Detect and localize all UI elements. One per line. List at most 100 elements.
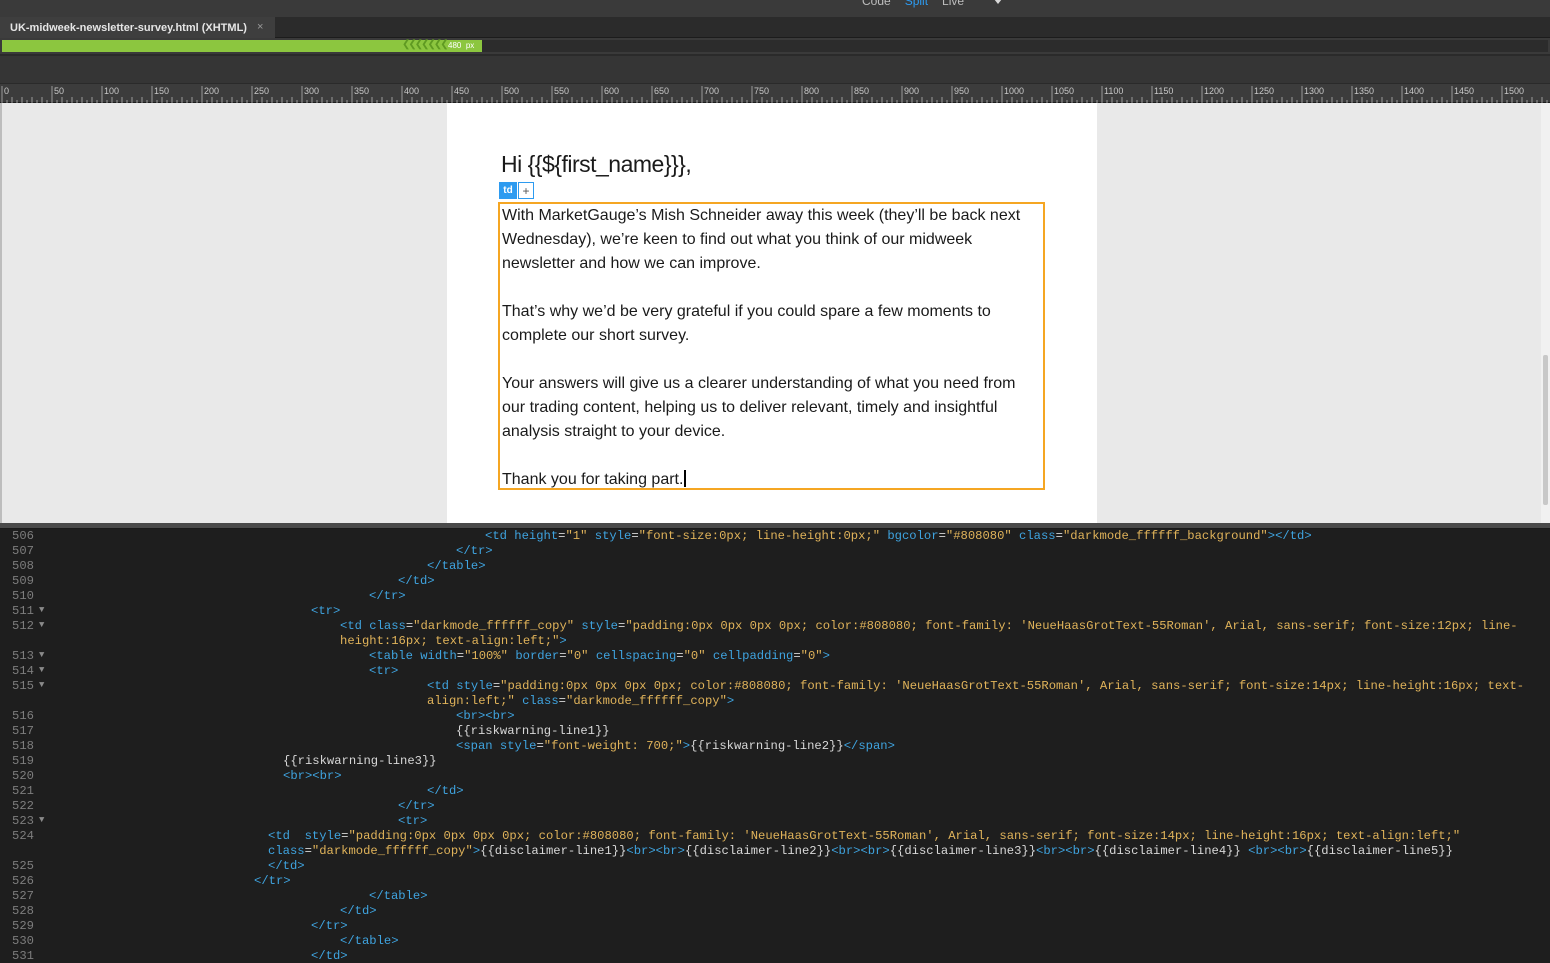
code-text[interactable]: </td>	[340, 904, 377, 918]
live-view-button[interactable]: Live	[942, 0, 964, 8]
media-query-480[interactable]: ❮❮❮❮❮❮❮ 480 px	[2, 39, 482, 52]
code-token: style	[304, 829, 342, 843]
media-query-handle-icon[interactable]: ❮❮❮❮❮❮❮	[402, 39, 449, 50]
code-line[interactable]: 506 <td height="1" style="font-size:0px; …	[0, 529, 1550, 544]
code-text[interactable]: </table>	[369, 889, 428, 903]
code-line[interactable]: 521 </td>	[0, 784, 1550, 799]
code-token: {{riskwarning-line1}}	[456, 724, 610, 738]
code-text[interactable]: {{riskwarning-line3}}	[283, 754, 437, 768]
code-line[interactable]: 526 </tr>	[0, 874, 1550, 889]
code-line[interactable]: height:16px; text-align:left;">	[0, 634, 1550, 649]
code-token: =	[559, 649, 567, 663]
code-text[interactable]: <tr>	[369, 664, 398, 678]
code-text[interactable]: <br><br>	[456, 709, 515, 723]
line-number: 513	[12, 649, 34, 663]
code-line[interactable]: class="darkmode_ffffff_copy">{{disclaime…	[0, 844, 1550, 859]
code-line[interactable]: 510 </tr>	[0, 589, 1550, 604]
code-text[interactable]: </td>	[398, 574, 435, 588]
code-text[interactable]: </td>	[268, 859, 305, 873]
code-line[interactable]: 508 </table>	[0, 559, 1550, 574]
code-text[interactable]: <td class="darkmode_ffffff_copy" style="…	[340, 619, 1518, 633]
code-view-button[interactable]: Code	[862, 0, 891, 8]
code-line[interactable]: 528 </td>	[0, 904, 1550, 919]
fold-arrow-icon[interactable]: ▼	[39, 605, 44, 615]
code-text[interactable]: </tr>	[369, 589, 406, 603]
code-line[interactable]: 511 ▼ <tr>	[0, 604, 1550, 619]
code-text[interactable]: </td>	[427, 784, 464, 798]
code-text[interactable]: </tr>	[254, 874, 291, 888]
code-text[interactable]: </tr>	[311, 919, 348, 933]
code-line[interactable]: align:left;" class="darkmode_ffffff_copy…	[0, 694, 1550, 709]
code-line[interactable]: 516 <br><br>	[0, 709, 1550, 724]
code-text[interactable]: {{riskwarning-line1}}	[456, 724, 610, 738]
media-query-width-label: 480 px	[448, 41, 475, 50]
fold-arrow-icon[interactable]: ▼	[39, 680, 44, 690]
email-paragraph-2[interactable]: That’s why we’d be very grateful if you …	[502, 300, 1041, 348]
code-text[interactable]: </tr>	[456, 544, 493, 558]
ruler-label: 50	[54, 86, 64, 96]
code-text[interactable]: <td height="1" style="font-size:0px; lin…	[485, 529, 1312, 543]
email-greeting[interactable]: Hi {{${first_name}}},	[501, 151, 692, 178]
fold-arrow-icon[interactable]: ▼	[39, 650, 44, 660]
ruler-label: 200	[204, 86, 219, 96]
code-line[interactable]: 517 {{riskwarning-line1}}	[0, 724, 1550, 739]
code-text[interactable]: <tr>	[398, 814, 427, 828]
code-line[interactable]: 518 <span style="font-weight: 700;">{{ris…	[0, 739, 1550, 754]
code-text[interactable]: </table>	[427, 559, 486, 573]
line-number: 510	[12, 589, 34, 603]
code-line[interactable]: 530 </table>	[0, 934, 1550, 949]
code-text[interactable]: </tr>	[398, 799, 435, 813]
code-line[interactable]: 512 ▼ <td class="darkmode_ffffff_copy" sty…	[0, 619, 1550, 634]
code-line[interactable]: 513 ▼ <table width="100%" border="0" cells…	[0, 649, 1550, 664]
code-line[interactable]: 531 </td>	[0, 949, 1550, 963]
split-view-button[interactable]: Split	[905, 0, 928, 8]
code-line[interactable]: 529 </tr>	[0, 919, 1550, 934]
selected-td-cell[interactable]: With MarketGauge’s Mish Schneider away t…	[498, 202, 1045, 490]
code-line[interactable]: 519 {{riskwarning-line3}}	[0, 754, 1550, 769]
ruler-label: 100	[104, 86, 119, 96]
code-line[interactable]: 525 </td>	[0, 859, 1550, 874]
code-line[interactable]: 524 <td style="padding:0px 0px 0px 0px; c…	[0, 829, 1550, 844]
close-icon[interactable]: ×	[257, 21, 263, 33]
code-line[interactable]: 507 </tr>	[0, 544, 1550, 559]
code-text[interactable]: <tr>	[311, 604, 340, 618]
code-token: <table	[369, 649, 421, 663]
fold-arrow-icon[interactable]: ▼	[39, 620, 44, 630]
code-token: =	[456, 649, 465, 663]
code-line[interactable]: 522 </tr>	[0, 799, 1550, 814]
document-tab[interactable]: UK-midweek-newsletter-survey.html (XHTML…	[0, 17, 275, 38]
code-line[interactable]: 520 <br><br>	[0, 769, 1550, 784]
code-line[interactable]: 527 </table>	[0, 889, 1550, 904]
add-class-button[interactable]: +	[518, 182, 534, 199]
email-paragraph-1[interactable]: With MarketGauge’s Mish Schneider away t…	[502, 204, 1041, 276]
code-token: "padding:0px 0px 0px 0px; color:#808080;…	[348, 829, 1461, 843]
td-tag-label[interactable]: td	[499, 182, 517, 199]
code-token: =	[793, 649, 801, 663]
chevron-down-icon[interactable]	[994, 0, 1002, 4]
code-text[interactable]: <td style="padding:0px 0px 0px 0px; colo…	[268, 829, 1460, 843]
code-token: >	[726, 694, 735, 708]
code-text[interactable]: height:16px; text-align:left;">	[340, 634, 567, 648]
code-line[interactable]: 515 ▼ <td style="padding:0px 0px 0px 0px; …	[0, 679, 1550, 694]
code-line[interactable]: 523 ▼ <tr>	[0, 814, 1550, 829]
code-line[interactable]: 514 ▼ <tr>	[0, 664, 1550, 679]
code-text[interactable]: class="darkmode_ffffff_copy">{{disclaime…	[268, 844, 1453, 858]
design-vertical-scrollbar[interactable]	[1541, 103, 1550, 523]
email-paragraph-4[interactable]: Thank you for taking part.	[502, 468, 1041, 492]
code-text[interactable]: <span style="font-weight: 700;">{{riskwa…	[456, 739, 895, 753]
scrollbar-thumb[interactable]	[1543, 355, 1548, 505]
code-text[interactable]: </td>	[311, 949, 348, 963]
line-number: 512	[12, 619, 34, 633]
code-text[interactable]: <br><br>	[283, 769, 342, 783]
fold-arrow-icon[interactable]: ▼	[39, 815, 44, 825]
code-view[interactable]: 506 <td height="1" style="font-size:0px; …	[0, 529, 1550, 963]
code-text[interactable]: <table width="100%" border="0" cellspaci…	[369, 649, 830, 663]
code-text[interactable]: </table>	[340, 934, 399, 948]
code-text[interactable]: align:left;" class="darkmode_ffffff_copy…	[427, 694, 734, 708]
ruler-label: 800	[804, 86, 819, 96]
code-line[interactable]: 509 </td>	[0, 574, 1550, 589]
fold-arrow-icon[interactable]: ▼	[39, 665, 44, 675]
email-paragraph-3[interactable]: Your answers will give us a clearer unde…	[502, 372, 1041, 444]
code-text[interactable]: <td style="padding:0px 0px 0px 0px; colo…	[427, 679, 1524, 693]
